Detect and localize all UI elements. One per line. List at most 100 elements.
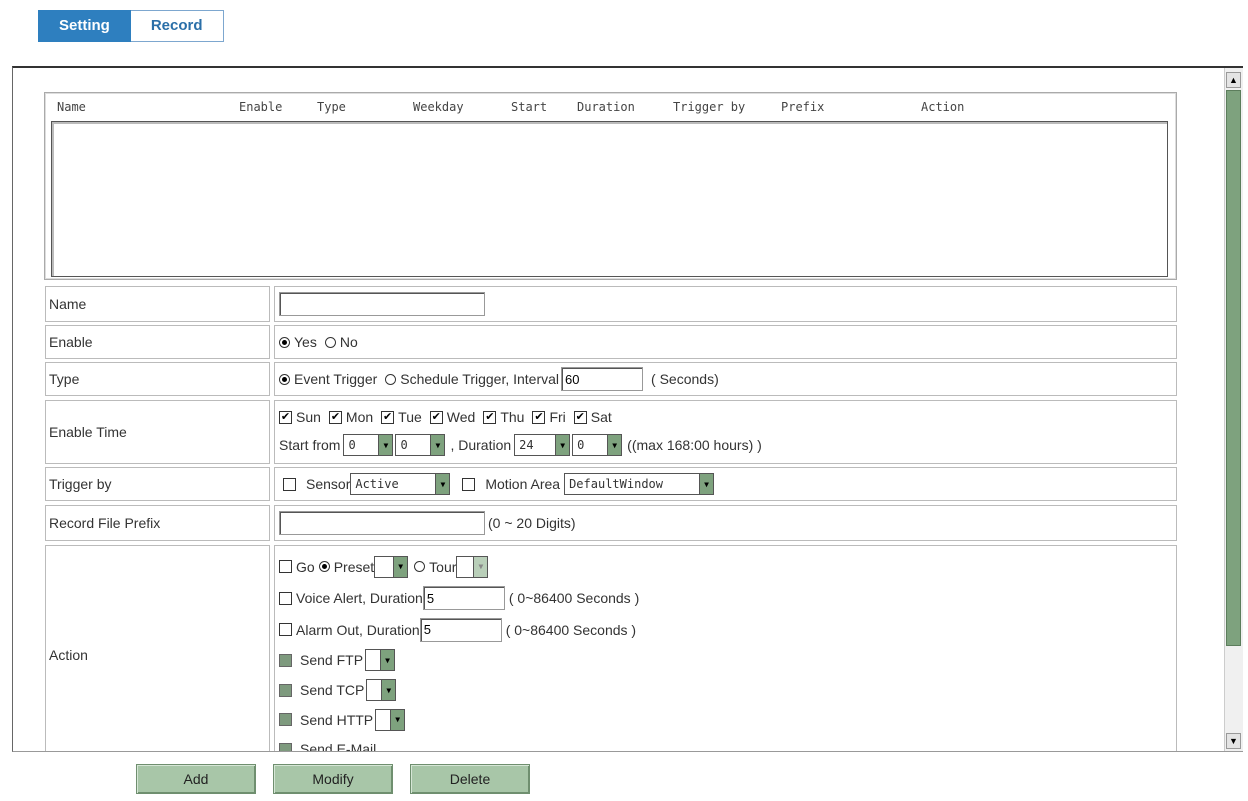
chevron-down-icon: ▼	[473, 556, 488, 577]
modify-button[interactable]: Modify	[273, 764, 393, 794]
enable-time-label: Enable Time	[45, 400, 270, 464]
trigger-by-row: Trigger by Sensor Active ▼ Motion Area D…	[45, 467, 1177, 501]
voice-alert-line: Voice Alert, Duration ( 0~86400 Seconds …	[279, 583, 639, 615]
thu-label: Thu	[500, 409, 525, 425]
column-header-name: Name	[57, 100, 86, 114]
send-ftp-checkbox[interactable]	[279, 653, 292, 667]
motion-area-checkbox[interactable]	[462, 477, 476, 491]
record-prefix-note: (0 ~ 20 Digits)	[488, 515, 576, 531]
weekday-checkboxes: ✔ Sun ✔ Mon ✔ Tue ✔ Wed ✔ Thu ✔ Fri ✔ Sa…	[279, 404, 612, 430]
tour-select[interactable]: ▼	[456, 555, 489, 578]
go-checkbox[interactable]	[279, 560, 292, 574]
sensor-checkbox[interactable]	[283, 477, 296, 491]
thu-checkbox[interactable]: ✔	[483, 410, 497, 424]
voice-alert-duration-input[interactable]	[422, 586, 505, 611]
voice-alert-checkbox[interactable]	[279, 591, 292, 605]
schedule-list-box[interactable]	[51, 121, 1168, 277]
record-prefix-value-cell: (0 ~ 20 Digits)	[274, 505, 1177, 541]
send-ftp-label: Send FTP	[300, 652, 364, 669]
motion-area-label: Motion Area	[485, 476, 561, 492]
send-email-label: Send E-Mail	[300, 741, 377, 752]
tab-record[interactable]: Record	[130, 10, 224, 42]
column-header-weekday: Weekday	[413, 100, 464, 114]
scrollbar-thumb[interactable]	[1226, 90, 1241, 646]
sensor-select-value: Active	[355, 477, 399, 491]
add-button[interactable]: Add	[136, 764, 256, 794]
motion-area-select[interactable]: DefaultWindow ▼	[564, 473, 715, 495]
enable-yes-radio[interactable]	[279, 336, 290, 348]
enable-time-row: Enable Time ✔ Sun ✔ Mon ✔ Tue ✔ Wed ✔ Th…	[45, 400, 1177, 464]
chevron-down-icon: ▼	[699, 474, 714, 494]
column-header-duration: Duration	[577, 100, 635, 114]
tue-checkbox[interactable]: ✔	[381, 410, 395, 424]
send-tcp-checkbox[interactable]	[279, 683, 292, 697]
tour-label: Tour	[429, 558, 457, 575]
event-trigger-radio[interactable]	[279, 373, 290, 385]
record-prefix-input[interactable]	[279, 511, 485, 535]
chevron-down-icon: ▼	[607, 435, 622, 455]
send-http-checkbox[interactable]	[279, 713, 292, 727]
record-prefix-label: Record File Prefix	[45, 505, 270, 541]
action-value-cell: Go Preset ▼ Tour ▼ Voice Alert, Duration	[274, 545, 1177, 752]
scroll-down-icon[interactable]: ▼	[1226, 733, 1241, 749]
send-email-checkbox[interactable]	[279, 742, 292, 751]
tue-label: Tue	[398, 409, 422, 425]
sun-checkbox[interactable]: ✔	[279, 410, 292, 424]
mon-checkbox[interactable]: ✔	[328, 410, 342, 424]
enable-no-radio[interactable]	[324, 336, 336, 348]
voice-alert-label: Voice Alert, Duration	[296, 590, 423, 607]
tour-radio[interactable]	[414, 561, 426, 573]
chevron-down-icon: ▼	[393, 556, 408, 577]
send-tcp-line: Send TCP ▼	[279, 675, 397, 705]
duration-hour-value: 24	[519, 438, 534, 452]
tab-setting[interactable]: Setting	[38, 10, 131, 42]
duration-hour-select[interactable]: 24 ▼	[514, 434, 571, 456]
send-http-line: Send HTTP ▼	[279, 705, 406, 735]
preset-radio[interactable]	[318, 561, 330, 573]
sensor-select[interactable]: Active ▼	[350, 473, 451, 495]
chevron-down-icon: ▼	[378, 435, 393, 455]
column-header-enable: Enable	[239, 100, 283, 114]
time-range-line: Start from 0 ▼ 0 ▼ , Duration 24 ▼ 0 ▼ (…	[279, 430, 762, 460]
column-header-action: Action	[921, 100, 965, 114]
alarm-out-duration-input[interactable]	[419, 617, 502, 642]
mon-label: Mon	[345, 409, 374, 425]
duration-minute-select[interactable]: 0 ▼	[572, 434, 623, 456]
start-minute-select[interactable]: 0 ▼	[395, 434, 446, 456]
schedule-list: Name Enable Type Weekday Start Duration …	[44, 92, 1177, 280]
start-hour-select[interactable]: 0 ▼	[343, 434, 394, 456]
interval-input[interactable]	[561, 367, 644, 391]
column-header-prefix: Prefix	[781, 100, 825, 114]
enable-yes-label: Yes	[294, 334, 317, 350]
go-line: Go Preset ▼ Tour ▼	[279, 551, 489, 583]
type-row: Type Event Trigger Schedule Trigger, Int…	[45, 362, 1177, 396]
name-label: Name	[45, 286, 270, 322]
wed-checkbox[interactable]: ✔	[429, 410, 443, 424]
name-row: Name	[45, 286, 1177, 322]
fri-checkbox[interactable]: ✔	[532, 410, 546, 424]
alarm-out-line: Alarm Out, Duration ( 0~86400 Seconds )	[279, 614, 636, 646]
send-http-select[interactable]: ▼	[375, 708, 406, 731]
start-minute-value: 0	[400, 438, 408, 452]
name-input[interactable]	[279, 292, 485, 316]
send-ftp-select[interactable]: ▼	[365, 649, 396, 672]
delete-button[interactable]: Delete	[410, 764, 530, 794]
sat-checkbox[interactable]: ✔	[573, 410, 587, 424]
scroll-up-icon[interactable]: ▲	[1226, 72, 1241, 88]
enable-no-label: No	[339, 334, 358, 350]
enable-label: Enable	[45, 325, 270, 359]
send-tcp-label: Send TCP	[300, 682, 365, 699]
duration-label: , Duration	[450, 437, 512, 453]
type-value-cell: Event Trigger Schedule Trigger, Interval…	[274, 362, 1177, 396]
send-email-line: Send E-Mail	[279, 734, 377, 752]
vertical-scrollbar[interactable]: ▲ ▼	[1224, 68, 1243, 751]
alarm-out-checkbox[interactable]	[279, 623, 292, 637]
motion-area-select-value: DefaultWindow	[569, 477, 663, 491]
schedule-trigger-radio[interactable]	[385, 373, 397, 385]
preset-select[interactable]: ▼	[374, 555, 409, 578]
settings-panel: Name Enable Type Weekday Start Duration …	[12, 66, 1243, 752]
send-tcp-select[interactable]: ▼	[366, 679, 397, 702]
go-label: Go	[296, 558, 315, 575]
name-value-cell	[274, 286, 1177, 322]
send-http-label: Send HTTP	[300, 711, 374, 728]
